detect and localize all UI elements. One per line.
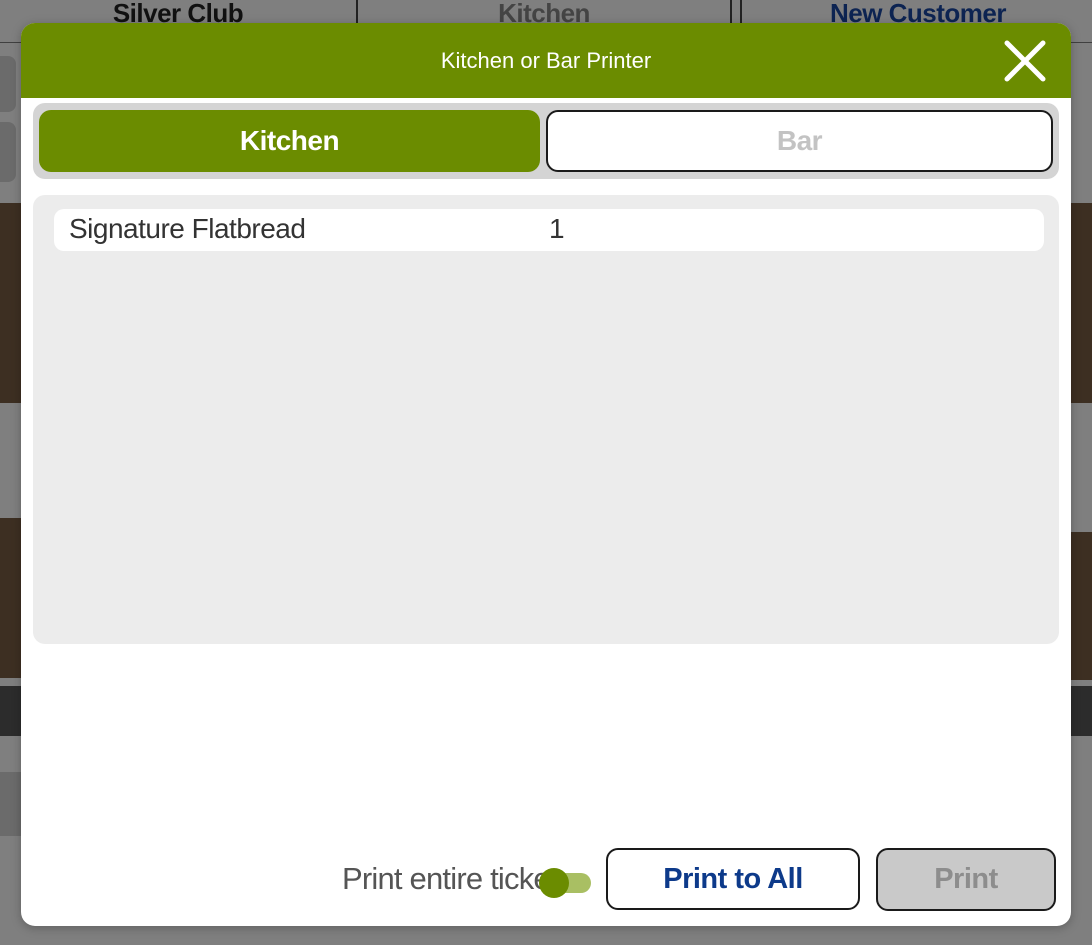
tab-bar[interactable]: Bar: [546, 110, 1053, 172]
background-panel: [0, 56, 16, 112]
background-food-image: [1071, 203, 1092, 403]
dialog-title: Kitchen or Bar Printer: [440, 47, 652, 73]
item-quantity: 1: [549, 213, 565, 244]
background-food-image: [1071, 532, 1092, 680]
background-bar: [0, 686, 21, 736]
items-list: Signature Flatbread 1: [33, 195, 1059, 644]
printer-dialog: Kitchen or Bar Printer Kitchen Bar Signa…: [21, 23, 1071, 926]
close-icon[interactable]: [1001, 37, 1049, 85]
tab-kitchen[interactable]: Kitchen: [39, 110, 540, 172]
print-entire-ticket-label: Print entire ticket: [342, 861, 558, 896]
background-panel: [0, 772, 21, 836]
background-panel: [0, 122, 16, 182]
print-button[interactable]: Print: [876, 848, 1056, 911]
printer-segment-control: Kitchen Bar: [33, 103, 1059, 179]
background-food-image: [0, 203, 21, 403]
background-food-image: [0, 518, 21, 678]
list-item[interactable]: Signature Flatbread 1: [54, 209, 1044, 251]
dialog-header: Kitchen or Bar Printer: [21, 23, 1071, 98]
toggle-knob: [539, 868, 569, 898]
item-name: Signature Flatbread: [69, 213, 306, 244]
background-bar: [1071, 686, 1092, 736]
print-entire-ticket-toggle[interactable]: [539, 868, 591, 898]
print-to-all-button[interactable]: Print to All: [606, 848, 860, 910]
